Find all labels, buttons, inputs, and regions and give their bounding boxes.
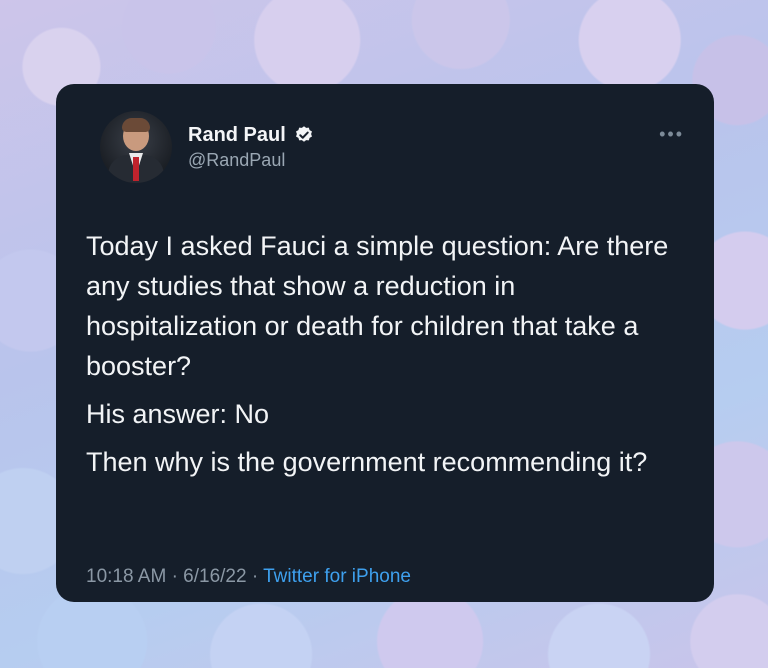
verified-badge-icon [294, 125, 314, 145]
author-handle[interactable]: @RandPaul [188, 151, 314, 169]
tweet-paragraph: Then why is the government recommending … [86, 447, 648, 477]
more-options-icon[interactable]: ••• [659, 124, 684, 145]
meta-separator: · [171, 566, 178, 587]
tweet-paragraph: Today I asked Fauci a simple question: A… [86, 231, 669, 381]
tweet-metadata: 10:18 AM · 6/16/22 · Twitter for iPhone [86, 566, 411, 588]
author-display-name[interactable]: Rand Paul [188, 125, 286, 145]
avatar-tie [133, 157, 139, 181]
avatar-hair [122, 118, 150, 132]
avatar[interactable] [100, 111, 172, 183]
tweet-paragraph: His answer: No [86, 399, 270, 429]
tweet-card: Rand Paul @RandPaul ••• Today I asked Fa… [56, 84, 714, 602]
tweet-header: Rand Paul @RandPaul ••• [100, 110, 684, 184]
author-info: Rand Paul @RandPaul [188, 125, 314, 169]
tweet-source-link[interactable]: Twitter for iPhone [263, 566, 411, 587]
tweet-body: Today I asked Fauci a simple question: A… [86, 226, 684, 482]
tweet-time[interactable]: 10:18 AM [86, 566, 166, 587]
meta-separator: · [251, 566, 259, 587]
tweet-date[interactable]: 6/16/22 [183, 566, 246, 587]
name-row: Rand Paul [188, 125, 314, 145]
